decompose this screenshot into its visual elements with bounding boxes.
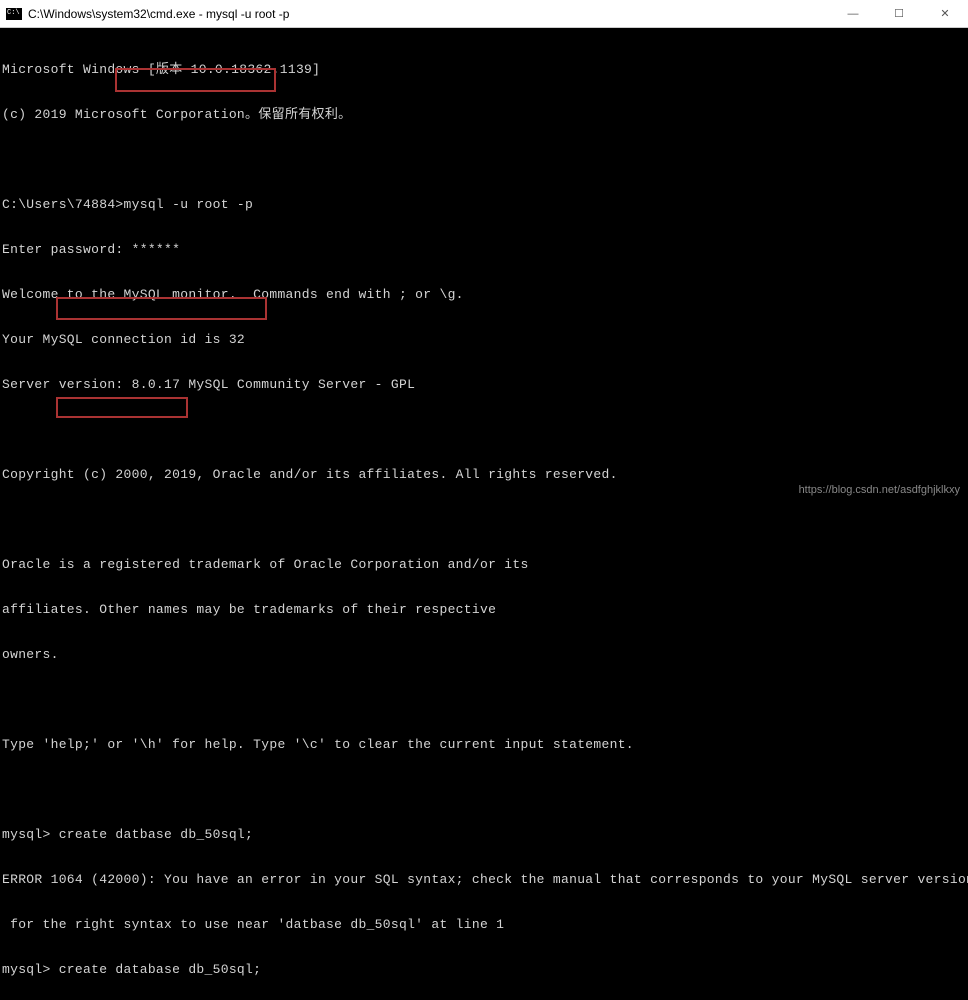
terminal-line: C:\Users\74884>mysql -u root -p [2, 197, 966, 212]
cmd-icon [6, 8, 22, 20]
terminal-line: ERROR 1064 (42000): You have an error in… [2, 872, 966, 887]
terminal-line: Copyright (c) 2000, 2019, Oracle and/or … [2, 467, 966, 482]
terminal-line: Enter password: ****** [2, 242, 966, 257]
terminal-line [2, 422, 966, 437]
terminal-line: Oracle is a registered trademark of Orac… [2, 557, 966, 572]
terminal-line: Type 'help;' or '\h' for help. Type '\c'… [2, 737, 966, 752]
terminal-line: Server version: 8.0.17 MySQL Community S… [2, 377, 966, 392]
terminal-output[interactable]: Microsoft Windows [版本 10.0.18362.1139] (… [0, 28, 968, 1000]
terminal-line: Your MySQL connection id is 32 [2, 332, 966, 347]
minimize-button[interactable]: — [830, 0, 876, 27]
terminal-line [2, 692, 966, 707]
window-controls: — ☐ ✕ [830, 0, 968, 27]
terminal-line: affiliates. Other names may be trademark… [2, 602, 966, 617]
watermark-text: https://blog.csdn.net/asdfghjklkxy [799, 484, 960, 496]
terminal-line [2, 782, 966, 797]
terminal-line: Microsoft Windows [版本 10.0.18362.1139] [2, 62, 966, 77]
terminal-line: (c) 2019 Microsoft Corporation。保留所有权利。 [2, 107, 966, 122]
terminal-line: mysql> create datbase db_50sql; [2, 827, 966, 842]
terminal-line: Welcome to the MySQL monitor. Commands e… [2, 287, 966, 302]
close-button[interactable]: ✕ [922, 0, 968, 27]
terminal-line: for the right syntax to use near 'datbas… [2, 917, 966, 932]
window-title: C:\Windows\system32\cmd.exe - mysql -u r… [28, 7, 830, 21]
terminal-line: owners. [2, 647, 966, 662]
window-titlebar: C:\Windows\system32\cmd.exe - mysql -u r… [0, 0, 968, 28]
terminal-line [2, 152, 966, 167]
terminal-line [2, 512, 966, 527]
terminal-line: mysql> create database db_50sql; [2, 962, 966, 977]
maximize-button[interactable]: ☐ [876, 0, 922, 27]
